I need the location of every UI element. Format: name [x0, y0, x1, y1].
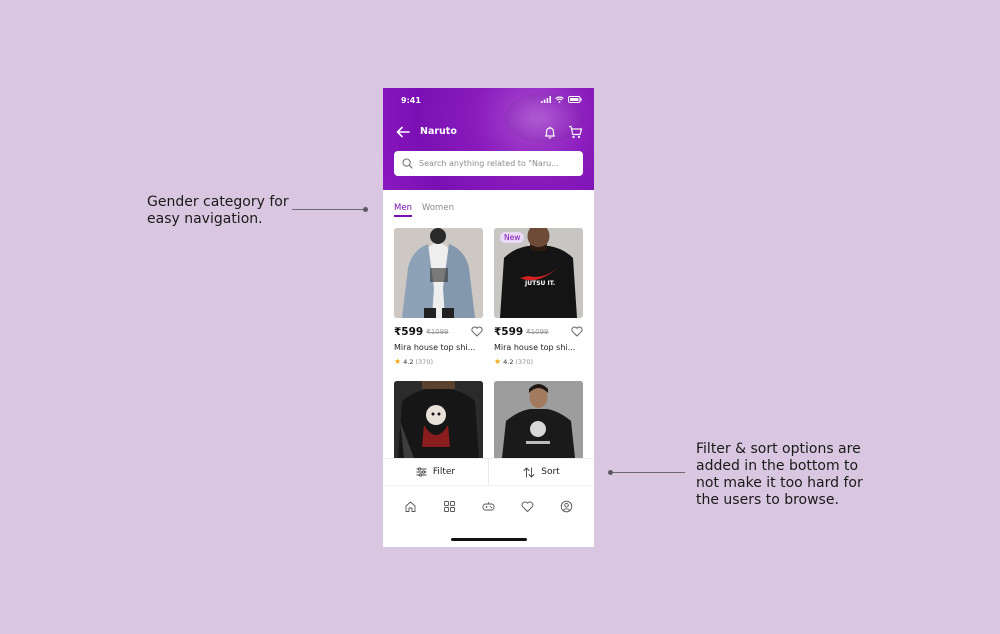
product-card[interactable]: ₹599 ₹1099 Mira house top shi... ★ 4.2 (… [394, 228, 483, 366]
sort-button[interactable]: Sort [489, 459, 594, 485]
product-image[interactable] [394, 228, 483, 318]
product-photo-anime-tshirt [394, 381, 483, 458]
categories-icon[interactable] [443, 500, 456, 513]
product-photo-denim-jacket [394, 228, 483, 318]
gender-tabs: Men Women [394, 203, 454, 217]
home-indicator [451, 538, 527, 541]
profile-icon[interactable] [560, 500, 573, 513]
annotation-connector-left [292, 209, 366, 210]
annotation-gender-category: Gender category for easy navigation. [147, 194, 289, 227]
annotation-connector-right [611, 472, 685, 473]
product-name: Mira house top shi... [494, 343, 576, 352]
home-icon[interactable] [404, 500, 417, 513]
rating-value: 4.2 [503, 357, 514, 366]
signal-icon [541, 96, 551, 103]
annotation-filter-sort: Filter & sort options are added in the b… [696, 441, 863, 508]
cart-icon[interactable] [568, 125, 583, 139]
product-photo-black-tshirt-2 [494, 381, 583, 458]
product-card[interactable] [494, 381, 583, 458]
filter-button[interactable]: Filter [383, 459, 488, 485]
filter-icon [416, 467, 427, 477]
annotation-dot-left [363, 207, 368, 212]
product-price: ₹599 [394, 325, 424, 338]
bell-icon[interactable] [543, 125, 557, 139]
product-image[interactable]: New JUTSU IT. [494, 228, 583, 318]
product-card[interactable]: New JUTSU IT. ₹599 ₹1099 Mira house top … [494, 228, 583, 366]
product-name: Mira house top shi... [394, 343, 476, 352]
product-rating: ★ 4.2 (370) [394, 357, 483, 366]
product-mrp: ₹1099 [526, 327, 549, 336]
rating-value: 4.2 [403, 357, 414, 366]
product-rating: ★ 4.2 (370) [494, 357, 583, 366]
tab-men[interactable]: Men [394, 203, 412, 217]
sort-icon [523, 467, 535, 477]
gamepad-icon[interactable] [482, 500, 495, 513]
status-icons [541, 96, 582, 103]
product-price: ₹599 [494, 325, 524, 338]
new-badge: New [500, 232, 525, 243]
battery-icon [568, 96, 582, 103]
sort-label: Sort [541, 467, 560, 477]
search-input[interactable]: Search anything related to "Naru... [394, 151, 583, 176]
search-placeholder: Search anything related to "Naru... [419, 159, 559, 168]
annotation-dot-right [608, 470, 613, 475]
filter-label: Filter [432, 467, 456, 477]
product-image[interactable] [494, 381, 583, 458]
wishlist-heart-icon[interactable] [571, 326, 583, 337]
star-icon: ★ [494, 357, 502, 366]
search-icon [402, 158, 413, 169]
filter-sort-bar: Filter Sort [383, 458, 594, 485]
product-card[interactable] [394, 381, 483, 458]
star-icon: ★ [394, 357, 402, 366]
review-count: (370) [515, 357, 533, 366]
tab-women[interactable]: Women [422, 203, 454, 217]
review-count: (370) [415, 357, 433, 366]
price-row: ₹599 ₹1099 [394, 325, 483, 338]
bottom-nav [383, 485, 594, 527]
status-time: 9:41 [401, 96, 421, 105]
product-mrp: ₹1099 [426, 327, 449, 336]
wifi-icon [555, 96, 564, 103]
price-row: ₹599 ₹1099 [494, 325, 583, 338]
product-image[interactable] [394, 381, 483, 458]
page-title: Naruto [420, 126, 457, 137]
wishlist-icon[interactable] [521, 500, 534, 513]
header: 9:41 Naruto Search anything related to "… [383, 88, 594, 190]
phone-screen: 9:41 Naruto Search anything related to "… [383, 88, 594, 547]
back-arrow-icon[interactable] [395, 124, 411, 140]
print-text: JUTSU IT. [525, 280, 556, 287]
wishlist-heart-icon[interactable] [471, 326, 483, 337]
